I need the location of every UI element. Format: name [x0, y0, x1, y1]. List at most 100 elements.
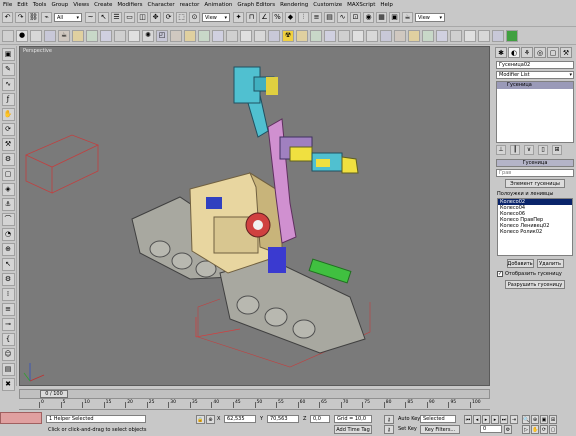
set-key-button[interactable]: Set Key — [398, 426, 417, 432]
modifier-list-dropdown[interactable]: Modifier List ▾ — [496, 71, 574, 79]
frame-field[interactable]: 0 — [480, 425, 502, 433]
display-tab-icon[interactable]: ▢ — [547, 47, 559, 58]
patch-icon[interactable] — [240, 29, 252, 42]
create-tab-icon[interactable]: ✱ — [495, 47, 507, 58]
dial-icon[interactable]: ◔ — [1, 228, 15, 241]
paint-bucket-icon[interactable]: ◈ — [1, 183, 15, 196]
wind-icon[interactable] — [422, 29, 434, 42]
time-config-icon[interactable]: ⚙ — [504, 425, 512, 434]
maximize-viewport-icon[interactable]: ▢ — [549, 425, 557, 434]
curve-editor-icon[interactable]: ∿ — [337, 12, 348, 23]
dots-icon[interactable]: ⁞ — [1, 288, 15, 301]
utilities-tab-icon[interactable]: ⚒ — [560, 47, 572, 58]
anchor-icon[interactable]: ⚓ — [1, 198, 15, 211]
pick-field[interactable]: Грав — [496, 169, 574, 177]
absolute-mode-icon[interactable]: ⊕ — [206, 415, 215, 424]
remove-modifier-icon[interactable]: ▯ — [538, 145, 548, 155]
pipe-icon[interactable]: ⊸ — [1, 318, 15, 331]
cylinder-icon[interactable] — [30, 29, 42, 42]
time-slider-thumb[interactable]: 0 / 100 — [40, 390, 68, 398]
face-icon[interactable]: ☺ — [1, 348, 15, 361]
prev-frame-icon[interactable]: ◂ — [473, 415, 481, 424]
modifier-stack[interactable]: Гусеница — [496, 81, 574, 143]
wheel-list[interactable]: Колесо02 Колесо04 Колесо06 Колесо ПравПер Ко… — [497, 198, 573, 256]
y-field[interactable]: 70,563 — [267, 415, 299, 423]
geosphere-icon[interactable] — [86, 29, 98, 42]
checkbox-icon[interactable]: ✓ — [497, 271, 503, 277]
menu-item[interactable]: Customize — [313, 2, 342, 8]
element-button[interactable]: Элемент гусеницы — [505, 179, 565, 188]
cursor-icon[interactable]: ↖ — [1, 258, 15, 271]
hierarchy-tab-icon[interactable]: ⚘ — [521, 47, 533, 58]
show-end-result-icon[interactable]: ┃ — [510, 145, 520, 155]
time-slider[interactable]: 0 / 100 — [19, 389, 490, 399]
menu-item[interactable]: Animation — [204, 2, 232, 8]
rope-icon[interactable] — [394, 29, 406, 42]
undo-icon[interactable]: ↶ — [2, 12, 13, 23]
fov-icon[interactable]: ▷ — [522, 425, 530, 434]
menu-item[interactable]: File — [3, 2, 12, 8]
system-icon[interactable] — [198, 29, 210, 42]
dynamics-icon[interactable] — [296, 29, 308, 42]
pivot-icon[interactable]: ⊙ — [189, 12, 200, 23]
redo-icon[interactable]: ↷ — [15, 12, 26, 23]
rotate-icon[interactable]: ⟳ — [163, 12, 174, 23]
fx-icon[interactable]: ƒ — [1, 93, 15, 106]
water-icon[interactable] — [464, 29, 476, 42]
play-icon[interactable]: ▸ — [482, 415, 490, 424]
perspective-viewport[interactable]: Perspective — [19, 46, 490, 386]
link-icon[interactable]: ⛓ — [28, 12, 39, 23]
hand-icon[interactable]: ✋ — [1, 108, 15, 121]
rigid-body-icon[interactable] — [366, 29, 378, 42]
spinner-snap-icon[interactable]: ◆ — [285, 12, 296, 23]
paint-icon[interactable]: ✎ — [1, 63, 15, 76]
zoom-extents-all-icon[interactable]: ⊞ — [549, 415, 557, 424]
percent-snap-icon[interactable]: % — [272, 12, 283, 23]
layer-manager-icon[interactable]: ▣ — [1, 48, 15, 61]
menu-item[interactable]: reactor — [180, 2, 200, 8]
constraint-icon[interactable] — [408, 29, 420, 42]
orbit-icon[interactable]: ⟳ — [540, 425, 548, 434]
menu-item[interactable]: Tools — [33, 2, 47, 8]
quick-render-icon[interactable]: ☕ — [402, 12, 413, 23]
render-icon[interactable]: ▣ — [389, 12, 400, 23]
toy-car-icon[interactable] — [478, 29, 490, 42]
target-icon[interactable]: ⊕ — [1, 243, 15, 256]
angle-snap-icon[interactable]: ∠ — [259, 12, 270, 23]
maxscript-listener[interactable] — [0, 412, 42, 424]
shape-icon[interactable] — [226, 29, 238, 42]
cone-icon[interactable] — [72, 29, 84, 42]
menu-item[interactable]: Graph Editors — [237, 2, 275, 8]
key-icon[interactable]: ⚷ — [384, 415, 394, 424]
rect-select-icon[interactable]: ▭ — [124, 12, 135, 23]
add-time-tag-button[interactable]: Add Time Tag — [334, 425, 372, 434]
render-setup-icon[interactable]: ▦ — [376, 12, 387, 23]
track-bar[interactable]: 0 5 10 15 20 25 30 35 40 45 50 55 60 65 70 75 80 85 90 95 10… — [19, 400, 490, 410]
pan-icon[interactable]: ✋ — [531, 425, 539, 434]
key-filters-button[interactable]: Key Filters... — [420, 425, 460, 434]
move-icon[interactable]: ✥ — [150, 12, 161, 23]
torus-icon[interactable] — [44, 29, 56, 42]
menu-item[interactable]: Group — [51, 2, 68, 8]
goto-end-icon[interactable]: ⏭ — [500, 415, 508, 424]
menu-item[interactable]: Character — [148, 2, 175, 8]
gear-icon[interactable]: ⚙ — [1, 153, 15, 166]
configure-sets-icon[interactable]: ⊞ — [552, 145, 562, 155]
scale-icon[interactable]: ⬚ — [176, 12, 187, 23]
unlink-icon[interactable]: ⌁ — [41, 12, 52, 23]
schematic-icon[interactable]: ⊡ — [350, 12, 361, 23]
rotate-icon[interactable]: ⟳ — [1, 123, 15, 136]
layer-icon[interactable]: ▤ — [324, 12, 335, 23]
lock-icon[interactable]: 🔒 — [196, 415, 205, 424]
reference-coordinate-dropdown[interactable]: View — [202, 13, 230, 22]
make-unique-icon[interactable]: ∨ — [524, 145, 534, 155]
show-track-checkbox[interactable]: ✓ Отобразить гусеницу — [497, 271, 573, 277]
zoom-all-icon[interactable]: ⊕ — [531, 415, 539, 424]
menu-item[interactable]: Modifiers — [117, 2, 142, 8]
add-button[interactable]: Добавить — [506, 259, 534, 268]
brace-icon[interactable]: { — [1, 333, 15, 346]
object-name-field[interactable]: Гусеница02 — [496, 61, 574, 69]
soft-body-icon[interactable] — [380, 29, 392, 42]
fur-icon[interactable] — [338, 29, 350, 42]
menu-item[interactable]: Create — [94, 2, 112, 8]
